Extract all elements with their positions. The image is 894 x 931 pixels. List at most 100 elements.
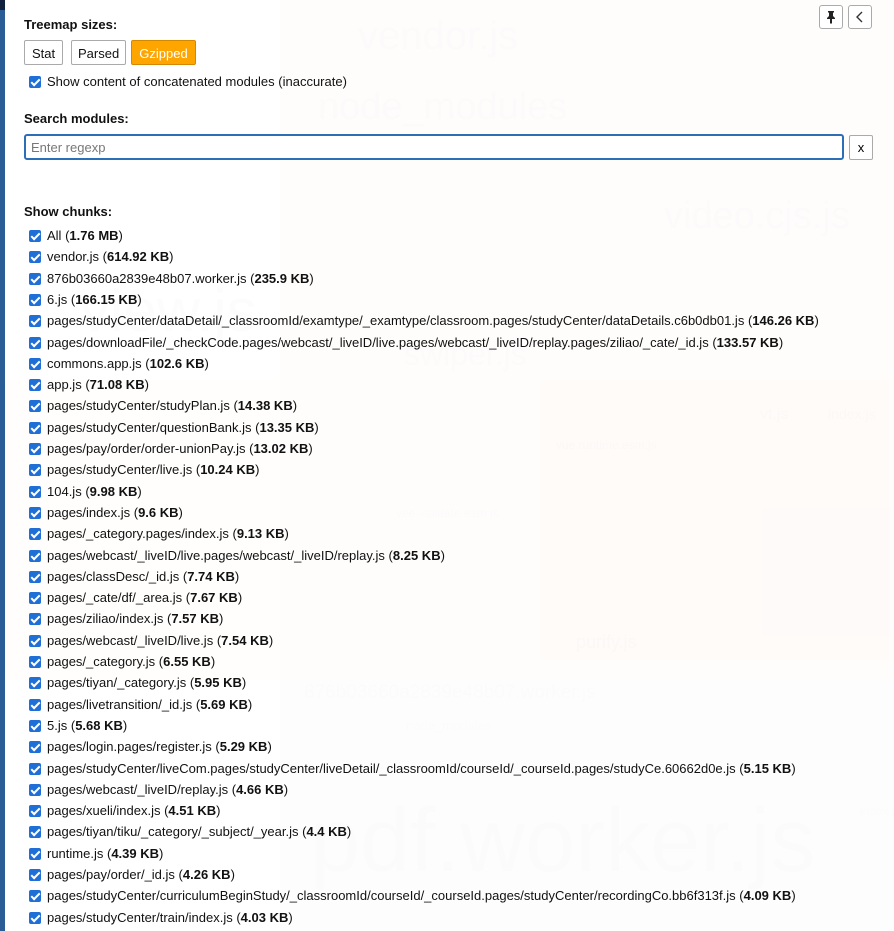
chunk-checkbox[interactable] <box>29 379 41 392</box>
chunk-size: 166.15 KB <box>75 291 138 307</box>
chunk-checkbox[interactable] <box>29 570 41 583</box>
chunk-size: 7.54 KB <box>221 632 269 648</box>
chunk-checkbox[interactable] <box>29 805 41 818</box>
concat-modules-label: Show content of concatenated modules (in… <box>47 74 347 89</box>
chunk-label: pages/studyCenter/live.js (10.24 KB) <box>47 462 260 478</box>
chunk-size: 9.98 KB <box>89 483 138 499</box>
chunk-size: 4.39 KB <box>111 845 160 861</box>
chunk-checkbox[interactable] <box>29 357 41 370</box>
chunk-name: pages/downloadFile/_checkCode.pages/webc… <box>47 334 709 350</box>
chunk-checkbox[interactable] <box>29 869 41 881</box>
chunk-checkbox[interactable] <box>29 698 41 711</box>
chunk-name: pages/studyCenter/dataDetail/_classroomI… <box>47 313 745 329</box>
chunk-checkbox[interactable] <box>29 677 41 690</box>
chunk-name: pages/_cate/df/_area.js <box>47 590 183 606</box>
chunk-size: 5.95 KB <box>194 675 242 691</box>
chunk-size: 9.13 KB <box>236 526 285 542</box>
collapse-sidebar-button[interactable] <box>848 5 872 29</box>
chunk-checkbox[interactable] <box>29 230 41 242</box>
chunk-label: pages/studyCenter/dataDetail/_classroomI… <box>47 313 819 329</box>
chunk-name: pages/webcast/_liveID/live.js <box>47 632 214 648</box>
chunk-size: 7.57 KB <box>171 611 220 627</box>
chunk-checkbox[interactable] <box>29 528 41 541</box>
chunk-checkbox[interactable] <box>29 421 41 434</box>
chunk-name: 6.js <box>47 291 68 307</box>
chunk-name: app.js <box>47 377 82 393</box>
chunk-label: app.js (71.08 KB) <box>47 377 149 393</box>
chunk-size: 133.57 KB <box>716 334 779 350</box>
stat-button[interactable]: Stat <box>24 40 63 65</box>
chunk-name: All <box>47 228 62 243</box>
chunk-checkbox[interactable] <box>29 762 41 775</box>
chunk-size: 5.69 KB <box>200 696 248 712</box>
chunk-size: 4.03 KB <box>240 909 289 925</box>
chunk-checkbox[interactable] <box>29 315 41 328</box>
chunk-size: 5.68 KB <box>75 717 123 733</box>
chunk-checkbox[interactable] <box>29 485 41 498</box>
chunk-name: pages/studyCenter/liveCom.pages/studyCen… <box>47 760 736 776</box>
chunk-name: pages/tiyan/_category.js <box>47 675 187 691</box>
chunk-checkbox[interactable] <box>29 400 41 413</box>
chunk-checkbox[interactable] <box>29 592 41 605</box>
search-input[interactable] <box>24 134 844 160</box>
chunk-label: pages/downloadFile/_checkCode.pages/webc… <box>47 334 784 350</box>
chunk-checkbox[interactable] <box>29 911 41 924</box>
chunk-checkbox[interactable] <box>29 783 41 796</box>
chunk-size: 7.67 KB <box>190 590 238 606</box>
chunk-size: 6.55 KB <box>163 654 211 669</box>
chunk-checkbox[interactable] <box>29 634 41 647</box>
chunk-checkbox[interactable] <box>29 336 41 349</box>
chunk-label: pages/tiyan/tiku/_category/_subject/_yea… <box>47 824 352 840</box>
chunk-label: 104.js (9.98 KB) <box>47 483 142 499</box>
chunk-name: 5.js <box>47 717 68 733</box>
chunk-checkbox[interactable] <box>29 741 41 754</box>
search-modules-label: Search modules: <box>24 111 129 126</box>
chunk-name: pages/webcast/_liveID/replay.js <box>47 781 229 797</box>
chunk-checkbox[interactable] <box>29 656 41 668</box>
chunk-label: pages/studyCenter/liveCom.pages/studyCen… <box>47 760 796 776</box>
chunk-checkbox[interactable] <box>29 251 41 264</box>
chunk-name: pages/studyCenter/live.js <box>47 462 193 478</box>
chunk-checkbox[interactable] <box>29 549 41 562</box>
chunk-name: pages/studyCenter/questionBank.js <box>47 419 252 435</box>
chunk-name: pages/pay/order/order-unionPay.js <box>47 441 246 456</box>
chunk-label: pages/pay/order/order-unionPay.js (13.02… <box>47 441 313 456</box>
chunk-checkbox[interactable] <box>29 272 41 285</box>
chunk-label: pages/_category.pages/index.js (9.13 KB) <box>47 526 289 542</box>
chunk-label: pages/webcast/_liveID/live.js (7.54 KB) <box>47 632 274 648</box>
parsed-button[interactable]: Parsed <box>71 40 126 65</box>
chunk-checkbox[interactable] <box>29 719 41 732</box>
chunk-size: 13.35 KB <box>259 419 315 435</box>
clear-search-button[interactable]: x <box>849 135 873 160</box>
pin-button[interactable] <box>819 5 843 29</box>
chunk-checkbox[interactable] <box>29 443 41 455</box>
chunk-label: pages/studyCenter/questionBank.js (13.35… <box>47 419 319 435</box>
chunk-name: pages/_category.js <box>47 654 156 669</box>
chunk-checkbox[interactable] <box>29 464 41 477</box>
chunk-label: pages/_category.js (6.55 KB) <box>47 654 216 669</box>
chunk-name: pages/classDesc/_id.js <box>47 568 180 584</box>
chevron-left-icon <box>856 11 863 23</box>
chunk-label: pages/livetransition/_id.js (5.69 KB) <box>47 696 253 712</box>
chunk-label: pages/ziliao/index.js (7.57 KB) <box>47 611 224 627</box>
chunk-name: commons.app.js <box>47 355 142 371</box>
chunk-name: pages/livetransition/_id.js <box>47 696 193 712</box>
chunk-checkbox[interactable] <box>29 826 41 839</box>
chunk-checkbox[interactable] <box>29 890 41 903</box>
chunk-checkbox[interactable] <box>29 506 41 519</box>
show-chunks-label: Show chunks: <box>24 204 113 219</box>
sidebar-panel: Treemap sizes: Stat Parsed Gzipped Show … <box>5 0 894 931</box>
chunk-label: pages/studyCenter/curriculumBeginStudy/_… <box>47 888 796 904</box>
chunk-checkbox[interactable] <box>29 293 41 306</box>
chunk-label: pages/studyCenter/train/index.js (4.03 K… <box>47 909 293 925</box>
chunk-name: pages/webcast/_liveID/live.pages/webcast… <box>47 547 385 563</box>
gzipped-button[interactable]: Gzipped <box>131 40 196 65</box>
chunk-name: pages/pay/order/_id.js <box>47 867 175 882</box>
chunk-size: 146.26 KB <box>752 313 815 329</box>
chunk-size: 4.09 KB <box>743 888 792 904</box>
chunk-label: pages/webcast/_liveID/replay.js (4.66 KB… <box>47 781 289 797</box>
chunk-label: pages/tiyan/_category.js (5.95 KB) <box>47 675 247 691</box>
chunk-checkbox[interactable] <box>29 847 41 860</box>
chunk-checkbox[interactable] <box>29 613 41 626</box>
concat-modules-checkbox[interactable] <box>29 76 41 88</box>
